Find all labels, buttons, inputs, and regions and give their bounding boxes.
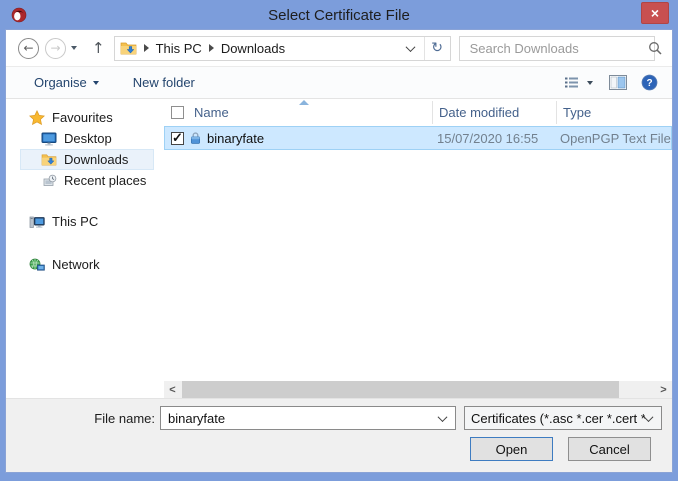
network-icon [29,258,45,272]
file-type-value: Certificates (*.asc *.cer *.cert *.c [465,411,645,426]
computer-icon [29,215,45,229]
view-details-icon[interactable] [564,76,579,89]
breadcrumb-this-pc[interactable]: This PC [156,41,202,56]
column-header-name[interactable]: Name [164,99,432,126]
breadcrumb-chevron-icon [209,44,214,52]
column-label: Date modified [439,105,519,120]
sidebar-item-label: Favourites [52,110,113,125]
file-row-binaryfate[interactable]: binaryfate 15/07/2020 16:55 OpenPGP Text… [164,126,672,150]
organise-button[interactable]: Organise [34,75,99,90]
scroll-right-icon[interactable]: > [655,384,672,396]
history-dropdown-icon[interactable] [71,46,77,50]
refresh-icon: ↻ [431,40,443,56]
address-dropdown-icon[interactable] [405,42,415,52]
file-list-pane: Name Date modified Type [164,99,672,398]
sidebar-item-label: Recent places [64,173,146,188]
help-icon[interactable]: ? [641,74,658,91]
search-box [459,36,655,61]
search-icon [648,41,662,55]
cancel-button-label: Cancel [589,442,629,457]
sidebar-item-label: This PC [52,214,98,229]
file-date-modified: 15/07/2020 16:55 [432,131,555,146]
forward-icon: → [50,41,60,55]
sidebar-item-label: Downloads [64,152,128,167]
sort-ascending-icon [299,100,309,105]
sidebar-item-desktop[interactable]: Desktop [20,128,154,149]
select-certificate-dialog: Select Certificate File × ← → ↑ [0,0,678,481]
file-type-select[interactable]: Certificates (*.asc *.cer *.cert *.c [464,406,662,430]
star-icon [29,110,45,125]
close-icon: × [651,5,659,21]
dialog-body: ← → ↑ This PC Downloa [6,30,672,472]
sidebar-item-label: Network [52,257,100,272]
horizontal-scrollbar[interactable]: < > [164,381,672,398]
dialog-footer: File name: Certificates (*.asc *.cer *.c… [6,398,672,472]
command-bar: Organise New folder [6,66,672,99]
organise-caret-icon [93,81,99,85]
column-header-type[interactable]: Type [557,99,672,126]
refresh-button[interactable]: ↻ [425,40,450,56]
open-button-label: Open [496,442,528,457]
pgp-lock-icon [190,131,201,145]
folder-download-icon [41,153,57,166]
sidebar-item-recent-places[interactable]: Recent places [20,170,154,191]
view-dropdown-icon[interactable] [587,81,593,85]
cancel-button[interactable]: Cancel [568,437,651,461]
close-button[interactable]: × [641,2,669,24]
column-headers: Name Date modified Type [164,99,672,126]
back-button[interactable]: ← [18,38,39,59]
scroll-left-icon[interactable]: < [164,384,181,396]
back-icon: ← [23,41,33,55]
content-area: Favourites Desktop [6,99,672,398]
file-name-label: File name: [6,411,155,426]
scrollbar-thumb[interactable] [182,381,619,398]
file-name: binaryfate [207,131,264,146]
svg-text:?: ? [646,78,652,89]
open-button[interactable]: Open [470,437,553,461]
file-checkbox[interactable] [171,132,184,145]
sidebar-item-this-pc[interactable]: This PC [20,211,154,232]
forward-button[interactable]: → [45,38,66,59]
search-input[interactable] [468,40,648,57]
address-bar[interactable]: This PC Downloads ↻ [114,36,451,61]
column-label: Name [194,105,229,120]
sidebar-item-network[interactable]: Network [20,254,154,275]
file-name-combobox [160,406,456,430]
file-name-dropdown-icon[interactable] [438,412,448,422]
breadcrumb-chevron-icon [144,44,149,52]
recent-places-icon [41,174,57,188]
file-type: OpenPGP Text File [555,131,665,146]
navigation-bar: ← → ↑ This PC Downloa [6,30,672,66]
file-type-dropdown-icon [644,412,654,422]
column-header-date-modified[interactable]: Date modified [433,99,556,126]
column-label: Type [563,105,591,120]
up-icon: ↑ [92,39,105,57]
new-folder-label: New folder [133,75,195,90]
file-name-input[interactable] [161,411,439,426]
organise-label: Organise [34,75,87,90]
sidebar: Favourites Desktop [6,99,164,398]
monitor-icon [41,132,57,146]
sidebar-item-label: Desktop [64,131,112,146]
breadcrumb-downloads[interactable]: Downloads [221,41,285,56]
sidebar-item-favourites[interactable]: Favourites [20,107,154,128]
select-all-checkbox[interactable] [171,106,184,119]
sidebar-item-downloads[interactable]: Downloads [20,149,154,170]
dialog-title: Select Certificate File [0,7,678,24]
up-button[interactable]: ↑ [92,39,105,57]
preview-pane-icon[interactable] [609,75,627,90]
titlebar: Select Certificate File × [0,0,678,30]
folder-icon [120,41,137,55]
new-folder-button[interactable]: New folder [133,75,195,90]
